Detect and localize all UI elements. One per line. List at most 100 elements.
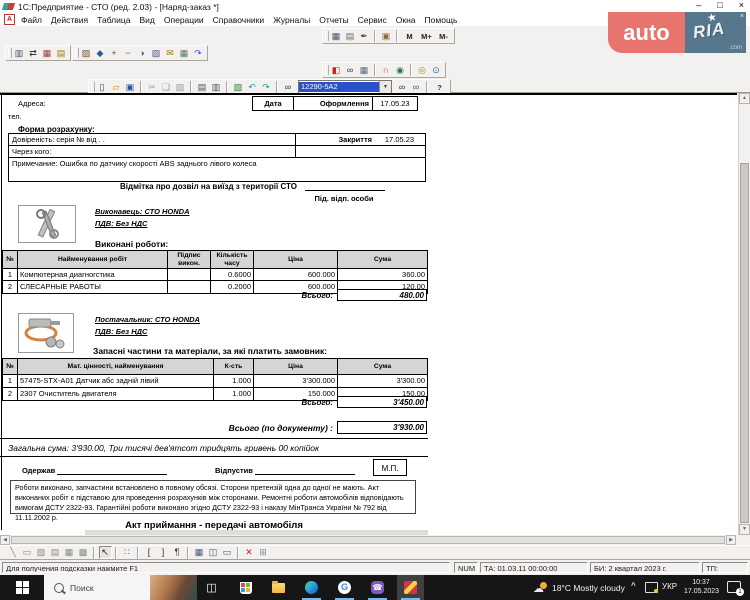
- file-explorer-button[interactable]: [265, 575, 292, 600]
- section-icon[interactable]: ¶: [171, 546, 184, 559]
- page-refresh-icon[interactable]: ◑: [136, 47, 149, 60]
- memory-m-plus-button[interactable]: М+: [419, 30, 435, 43]
- scroll-right-icon[interactable]: ▶: [726, 535, 736, 545]
- redo-icon[interactable]: ↷: [260, 81, 273, 94]
- exit-icon[interactable]: ◧: [330, 64, 343, 77]
- tray-expand-icon[interactable]: ^: [631, 581, 636, 590]
- weather-widget[interactable]: ☁ 18°C Mostly cloudy: [533, 575, 625, 600]
- grid-tool-icon[interactable]: ∷: [121, 546, 134, 559]
- report-icon[interactable]: ▥: [13, 47, 26, 60]
- picture-tool-icon[interactable]: ▨: [35, 546, 48, 559]
- horizontal-scrollbar-thumb[interactable]: [11, 536, 725, 544]
- combobox-dropdown-icon[interactable]: ▼: [379, 81, 391, 93]
- store-button[interactable]: [232, 575, 259, 600]
- scroll-up-icon[interactable]: ▲: [739, 93, 750, 104]
- money-icon[interactable]: ◎: [416, 64, 429, 77]
- menu-item-references[interactable]: Справочники: [213, 15, 265, 25]
- horizontal-scrollbar[interactable]: ◀ ▶: [0, 535, 737, 545]
- print-form-icon[interactable]: ◆: [94, 47, 107, 60]
- add-row-icon[interactable]: +: [108, 47, 121, 60]
- update-icon[interactable]: ↷: [192, 47, 205, 60]
- catalog-icon[interactable]: ▨: [80, 47, 93, 60]
- table-view-icon[interactable]: ▦: [193, 546, 206, 559]
- save-icon[interactable]: ▣: [124, 81, 137, 94]
- constants-icon[interactable]: ▦: [41, 47, 54, 60]
- text-tool-icon[interactable]: ▤: [49, 546, 62, 559]
- rainbow-icon[interactable]: ∩: [380, 64, 393, 77]
- chart-tool-icon[interactable]: ▦: [63, 546, 76, 559]
- table-icon[interactable]: ▦: [358, 64, 371, 77]
- menu-item-windows[interactable]: Окна: [396, 15, 416, 25]
- scroll-left-icon[interactable]: ◀: [0, 535, 10, 545]
- search-highlight-image[interactable]: [150, 575, 197, 600]
- cut-icon[interactable]: ✂: [146, 81, 159, 94]
- book-icon[interactable]: ▣: [380, 30, 393, 43]
- zoom-icon[interactable]: ⊙: [430, 64, 443, 77]
- mail-icon[interactable]: ✉: [164, 47, 177, 60]
- table-format-icon[interactable]: ▦: [330, 30, 343, 43]
- edge-button[interactable]: [298, 575, 325, 600]
- minimize-button[interactable]: –: [696, 0, 701, 10]
- autoria-auto-block[interactable]: auto: [608, 12, 685, 53]
- print-preview-icon[interactable]: ▥: [210, 81, 223, 94]
- language-indicator[interactable]: УКР: [662, 582, 677, 591]
- properties-icon[interactable]: ▧: [232, 81, 245, 94]
- scroll-down-icon[interactable]: ▼: [739, 524, 750, 535]
- globe-icon[interactable]: ◉: [394, 64, 407, 77]
- line-tool-icon[interactable]: ╲: [7, 546, 20, 559]
- copy-icon[interactable]: ❏: [160, 81, 173, 94]
- document-icon[interactable]: А: [4, 14, 15, 25]
- ole-tool-icon[interactable]: ▩: [77, 546, 90, 559]
- panel-view-icon[interactable]: ▭: [221, 546, 234, 559]
- bracket-close-icon[interactable]: ]: [157, 546, 170, 559]
- close-button[interactable]: ×: [739, 0, 744, 10]
- taskbar-clock[interactable]: 10:37 17.05.2023: [684, 578, 719, 596]
- autoria-ria-block[interactable]: ★ RIA .com ×: [685, 11, 746, 53]
- menu-item-reports[interactable]: Отчеты: [319, 15, 348, 25]
- select-tool-icon[interactable]: ↖: [98, 546, 112, 559]
- vertical-scrollbar[interactable]: ▲ ▼: [738, 93, 750, 535]
- menu-item-operations[interactable]: Операции: [164, 15, 204, 25]
- headers-view-icon[interactable]: ◫: [207, 546, 220, 559]
- open-icon[interactable]: ▱: [110, 81, 123, 94]
- taskbar-search[interactable]: Поиск: [44, 575, 197, 600]
- tray-app-icon[interactable]: [645, 582, 658, 593]
- remove-row-icon[interactable]: −: [122, 47, 135, 60]
- print-icon[interactable]: ▤: [196, 81, 209, 94]
- find-prev-icon[interactable]: ∞: [410, 81, 423, 94]
- menu-item-view[interactable]: Вид: [139, 15, 154, 25]
- help-search-icon[interactable]: ∞: [344, 64, 357, 77]
- restore-button[interactable]: □: [717, 0, 722, 10]
- menu-item-journals[interactable]: Журналы: [273, 15, 310, 25]
- start-button[interactable]: [0, 575, 44, 600]
- stamp-icon[interactable]: ✒: [358, 30, 371, 43]
- menu-item-service[interactable]: Сервис: [358, 15, 387, 25]
- menu-item-file[interactable]: Файл: [21, 15, 42, 25]
- memory-m-minus-button[interactable]: М-: [436, 30, 452, 43]
- find-next-icon[interactable]: ∞: [396, 81, 409, 94]
- help-icon[interactable]: ?: [432, 81, 448, 94]
- block-names-icon[interactable]: ✕: [243, 546, 256, 559]
- menu-item-help[interactable]: Помощь: [425, 15, 458, 25]
- menu-item-table[interactable]: Таблица: [97, 15, 130, 25]
- page-setup-icon[interactable]: ▤: [344, 30, 357, 43]
- watermark-close-icon[interactable]: ×: [740, 13, 744, 20]
- memory-m-button[interactable]: М: [402, 30, 418, 43]
- find-icon[interactable]: ∞: [282, 81, 295, 94]
- journal-icon[interactable]: ▤: [55, 47, 68, 60]
- rect-tool-icon[interactable]: ▭: [21, 546, 34, 559]
- paste-icon[interactable]: ▨: [174, 81, 187, 94]
- task-view-button[interactable]: ◫: [198, 575, 225, 600]
- layers-icon[interactable]: ⊞: [257, 546, 270, 559]
- google-button[interactable]: G: [331, 575, 358, 600]
- vertical-scrollbar-thumb[interactable]: [740, 163, 749, 523]
- menu-item-actions[interactable]: Действия: [51, 15, 88, 25]
- viber-button[interactable]: ☎: [364, 575, 391, 600]
- bracket-open-icon[interactable]: [: [143, 546, 156, 559]
- notification-center-icon[interactable]: 1: [727, 581, 744, 596]
- refresh-icon[interactable]: ⇄: [27, 47, 40, 60]
- search-combobox[interactable]: 12290-5A2 ▼: [298, 80, 392, 94]
- page-find-icon[interactable]: ▧: [150, 47, 163, 60]
- onec-app-button[interactable]: [397, 575, 424, 600]
- table-marks-icon[interactable]: ▦: [178, 47, 191, 60]
